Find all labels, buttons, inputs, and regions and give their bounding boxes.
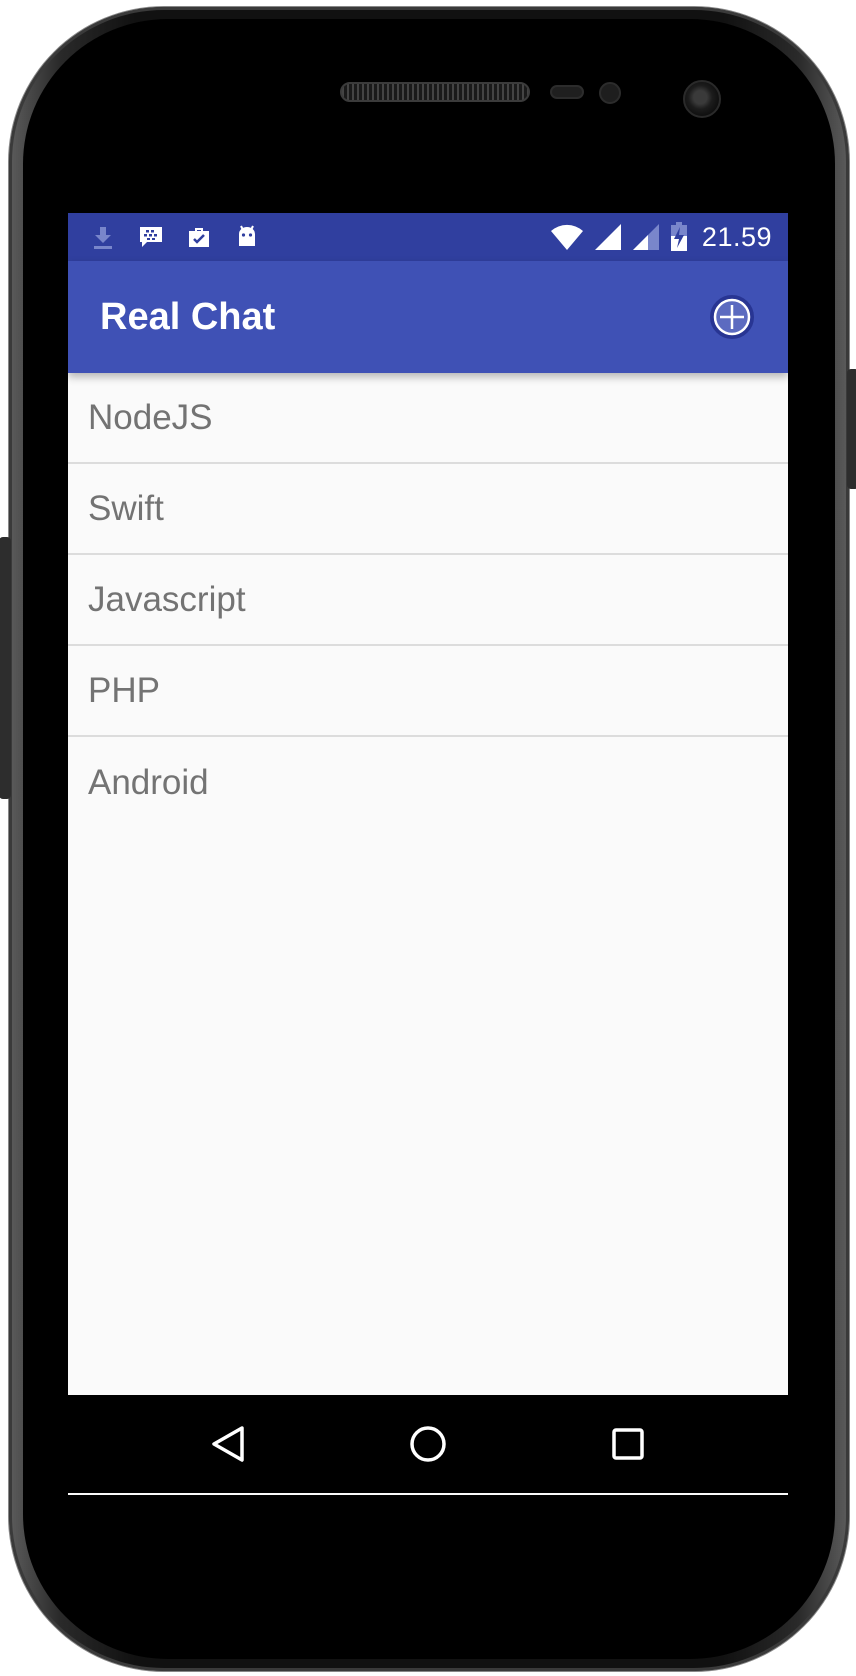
recents-icon — [612, 1428, 644, 1460]
list-item-swift[interactable]: Swift — [68, 464, 788, 555]
notification-icons — [90, 224, 260, 250]
home-button[interactable] — [328, 1395, 528, 1493]
list-item-label: Javascript — [88, 579, 246, 619]
front-camera — [683, 80, 721, 118]
list-item-android[interactable]: Android — [68, 737, 788, 828]
home-icon — [410, 1426, 446, 1462]
earpiece-speaker — [340, 82, 530, 102]
download-icon — [94, 227, 112, 249]
page-title: Real Chat — [100, 295, 276, 338]
volume-button — [0, 537, 11, 799]
list-item-javascript[interactable]: Javascript — [68, 555, 788, 646]
power-button — [847, 369, 856, 489]
signal-full-icon — [594, 224, 621, 250]
light-sensor — [599, 82, 621, 104]
list-item-php[interactable]: PHP — [68, 646, 788, 737]
add-room-button[interactable] — [708, 293, 756, 341]
back-button[interactable] — [128, 1395, 328, 1493]
wifi-icon — [550, 224, 583, 250]
room-list: NodeJS Swift Javascript PHP Android — [68, 373, 788, 828]
list-item-label: Swift — [88, 488, 164, 528]
system-status-icons: 21.59 — [550, 222, 772, 253]
android-icon — [239, 225, 255, 246]
app-bar: Real Chat — [68, 261, 788, 373]
add-circle-icon — [710, 295, 754, 339]
status-clock: 21.59 — [701, 221, 772, 252]
work-briefcase-icon — [189, 228, 209, 247]
signal-partial-icon — [632, 224, 659, 250]
bbm-icon — [140, 227, 162, 247]
proximity-sensor — [550, 85, 584, 99]
back-icon — [212, 1426, 244, 1462]
list-item-label: PHP — [88, 670, 160, 710]
navigation-bar — [68, 1395, 788, 1493]
list-item-nodejs[interactable]: NodeJS — [68, 373, 788, 464]
list-item-label: Android — [88, 762, 209, 802]
screen: 21.59 Real Chat NodeJS Swift Javascript … — [68, 213, 788, 1495]
battery-charging-icon — [670, 222, 687, 251]
status-bar: 21.59 — [68, 213, 788, 261]
recents-button[interactable] — [528, 1395, 728, 1493]
list-item-label: NodeJS — [88, 397, 213, 437]
